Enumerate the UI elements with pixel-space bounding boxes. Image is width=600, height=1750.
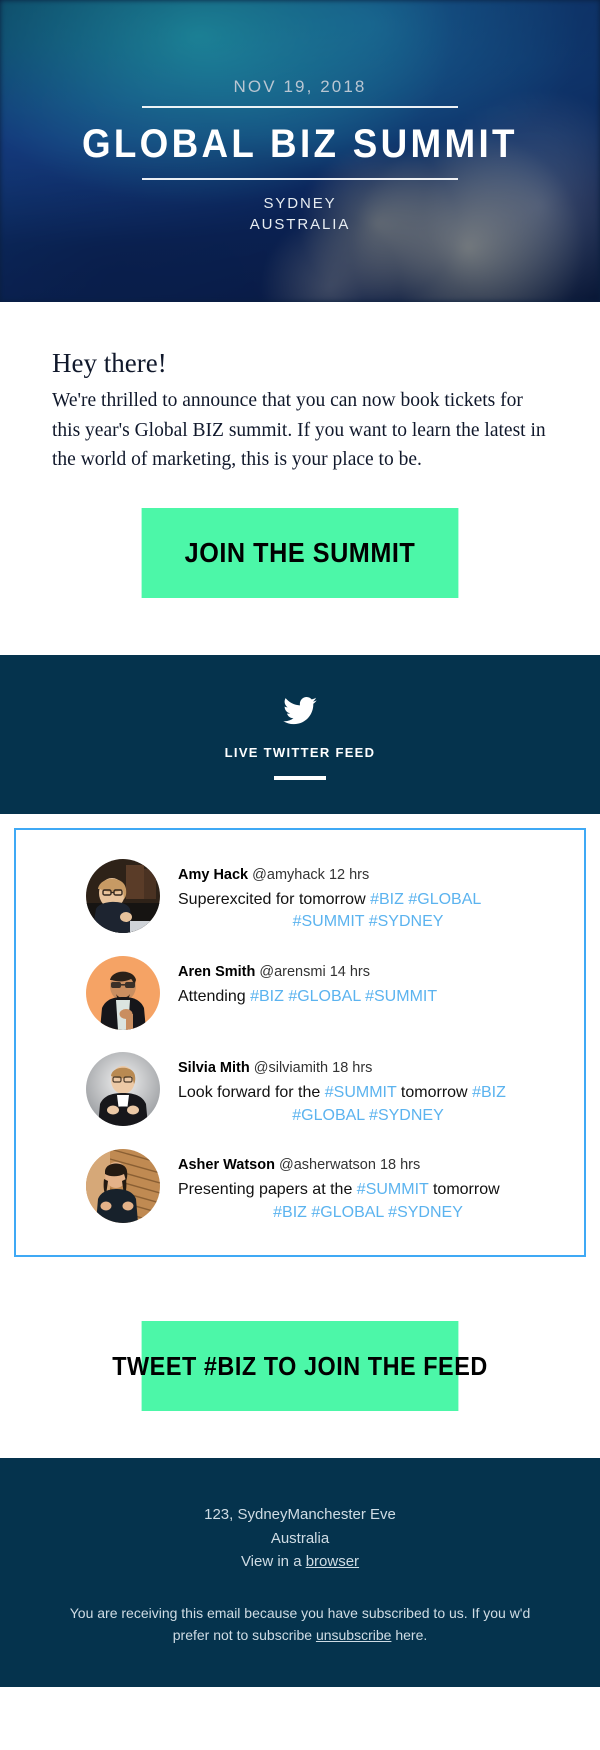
tweet-text: Superexcited for tomorrow #BIZ #GLOBAL #… [178, 889, 558, 934]
tweet-author-name: Asher Watson [178, 1157, 275, 1174]
tweet-timestamp: 18 hrs [379, 1157, 421, 1174]
disclaimer-text-part-1: You are receiving this email because you… [69, 1605, 531, 1643]
event-date: NOV 19, 2018 [233, 77, 367, 97]
event-city: SYDNEY [263, 195, 337, 213]
hashtag[interactable]: #SYDNEY [388, 1204, 463, 1221]
twitter-feed-title: LIVE TWITTER FEED [224, 744, 376, 760]
tweet-timestamp: 18 hrs [332, 1060, 373, 1077]
hashtag[interactable]: #GLOBAL [408, 891, 481, 908]
tweet-content: Aren Smith @arensmi 14 hrs Attending #BI… [160, 956, 568, 1008]
twitter-title-underline [274, 775, 326, 780]
hashtag[interactable]: #GLOBAL [288, 988, 360, 1005]
tweet-feed-box: Amy Hack @amyhack 12 hrs Superexcited fo… [14, 827, 586, 1258]
tweet-item[interactable]: Amy Hack @amyhack 12 hrs Superexcited fo… [32, 848, 568, 945]
view-in-browser-prefix: View in a [240, 1552, 302, 1570]
tweet-author-name: Aren Smith [178, 964, 256, 981]
tweet-author-handle: @asherwatson [278, 1157, 376, 1174]
tweet-meta: Asher Watson @asherwatson 18 hrs [178, 1155, 558, 1177]
primary-cta-container: JOIN THE SUMMIT [0, 474, 600, 655]
event-location: SYDNEY AUSTRALIA [250, 194, 350, 235]
tweet-author-handle: @silviamith [253, 1060, 329, 1077]
view-in-browser: View in a browser [56, 1550, 544, 1573]
tweet-meta: Aren Smith @arensmi 14 hrs [178, 962, 558, 984]
tweet-timestamp: 14 hrs [329, 964, 371, 981]
event-title: GLOBAL BIZ SUMMIT [82, 122, 518, 167]
tweet-author-handle: @amyhack [252, 866, 325, 883]
tweet-text-mid: tomorrow [400, 1083, 468, 1101]
tweet-timestamp: 12 hrs [328, 866, 370, 883]
hashtag[interactable]: #SUMMIT [325, 1084, 397, 1101]
hero-divider-bottom [142, 178, 458, 181]
tweet-text-main: Presenting papers at the [178, 1181, 353, 1198]
secondary-cta-container: TWEET #BIZ TO JOIN THE FEED [0, 1275, 600, 1459]
hashtag[interactable]: #BIZ [370, 891, 404, 908]
tweet-author-name: Silvia Mith [178, 1060, 250, 1077]
footer: 123, SydneyManchester Eve Australia View… [0, 1458, 600, 1687]
hashtag[interactable]: #SUMMIT [365, 988, 437, 1005]
tweet-text: Look forward for the #SUMMIT tomorrow #B… [178, 1082, 558, 1127]
tweet-text-main: Superexcited for tomorrow [178, 890, 366, 908]
tweet-content: Silvia Mith @silviamith 18 hrs Look forw… [160, 1052, 568, 1127]
event-country: AUSTRALIA [249, 215, 351, 233]
tweet-text: Presenting papers at the #SUMMIT tomorro… [178, 1179, 558, 1224]
hashtag[interactable]: #SUMMIT [293, 913, 365, 930]
tweet-item[interactable]: Silvia Mith @silviamith 18 hrs Look forw… [32, 1041, 568, 1138]
tweet-text-mid: tomorrow [432, 1181, 500, 1198]
tweet-content: Asher Watson @asherwatson 18 hrs Present… [160, 1149, 568, 1224]
tweet-meta: Amy Hack @amyhack 12 hrs [178, 865, 558, 887]
browser-link[interactable]: browser [306, 1553, 359, 1570]
intro-body: We're thrilled to announce that you can … [52, 390, 546, 471]
tweet-item[interactable]: Asher Watson @asherwatson 18 hrs Present… [32, 1138, 568, 1235]
hashtag[interactable]: #SYDNEY [369, 913, 444, 930]
hero-banner: NOV 19, 2018 GLOBAL BIZ SUMMIT SYDNEY AU… [0, 0, 600, 302]
hashtag[interactable]: #BIZ [273, 1204, 307, 1221]
tweet-text-main: Attending [178, 987, 246, 1005]
footer-address-line-1: 123, SydneyManchester Eve [204, 1506, 396, 1524]
tweet-item[interactable]: Aren Smith @arensmi 14 hrs Attending #BI… [32, 945, 568, 1041]
tweet-author-handle: @arensmi [259, 964, 326, 981]
disclaimer-text-part-2: here. [395, 1626, 428, 1643]
footer-address-line-2: Australia [270, 1529, 330, 1547]
tweet-text-main: Look forward for the [178, 1083, 321, 1101]
intro-section: Hey there! We're thrilled to announce th… [0, 302, 600, 475]
hashtag[interactable]: #BIZ [472, 1084, 506, 1101]
tweet-meta: Silvia Mith @silviamith 18 hrs [178, 1058, 558, 1080]
hashtag[interactable]: #BIZ [250, 988, 284, 1005]
tweet-to-join-feed-button[interactable]: TWEET #BIZ TO JOIN THE FEED [112, 1321, 487, 1412]
hashtag[interactable]: #GLOBAL [292, 1107, 364, 1124]
hashtag[interactable]: #SYDNEY [369, 1107, 444, 1124]
twitter-bird-icon [0, 696, 600, 730]
tweet-feed-section: Amy Hack @amyhack 12 hrs Superexcited fo… [0, 813, 600, 1276]
intro-heading: Hey there! [52, 348, 167, 378]
unsubscribe-link[interactable]: unsubscribe [316, 1627, 392, 1643]
tweet-author-name: Amy Hack [178, 866, 249, 883]
tweet-content: Amy Hack @amyhack 12 hrs Superexcited fo… [160, 859, 568, 934]
avatar [86, 1052, 160, 1127]
tweet-text: Attending #BIZ #GLOBAL #SUMMIT [178, 986, 558, 1009]
hashtag[interactable]: #GLOBAL [311, 1204, 383, 1221]
avatar [86, 858, 160, 933]
join-the-summit-button[interactable]: JOIN THE SUMMIT [141, 507, 459, 598]
footer-disclaimer: You are receiving this email because you… [56, 1603, 544, 1646]
avatar [86, 1149, 160, 1224]
avatar [86, 956, 160, 1031]
hashtag[interactable]: #SUMMIT [357, 1181, 429, 1198]
twitter-feed-header: LIVE TWITTER FEED [0, 654, 600, 814]
